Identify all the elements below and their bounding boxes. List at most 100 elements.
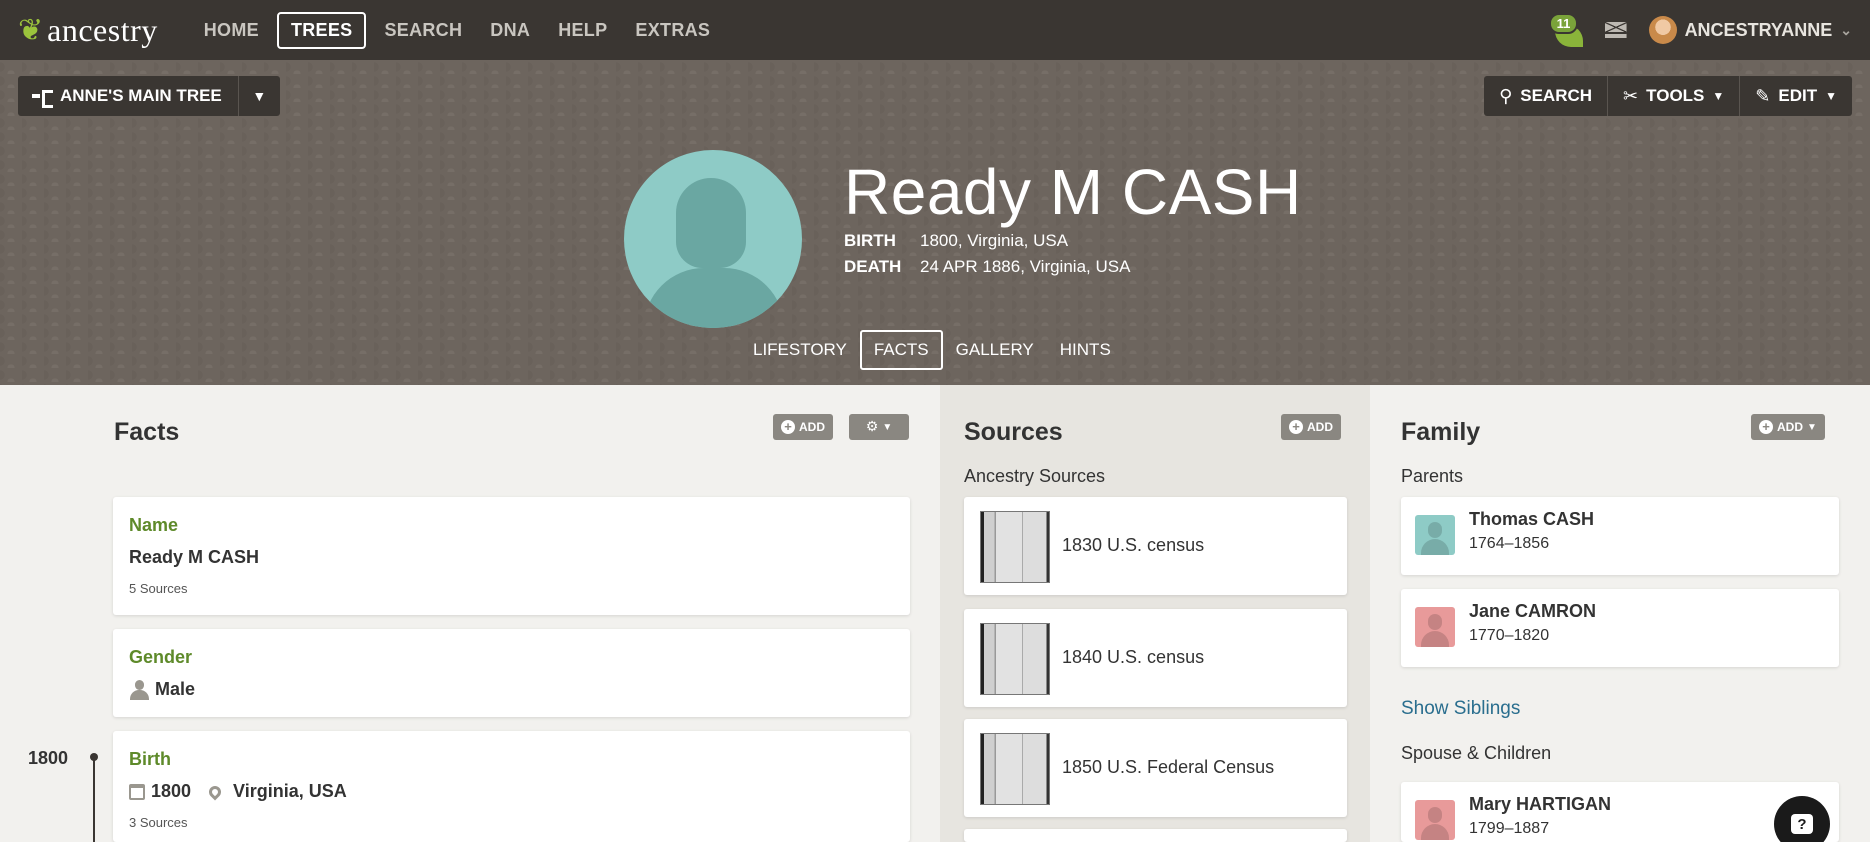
edit-button[interactable]: ✎ EDIT ▼ <box>1739 76 1852 116</box>
hints-notification[interactable]: 11 <box>1548 13 1583 47</box>
main-nav: HOME TREES SEARCH DNA HELP EXTRAS <box>190 11 724 49</box>
sources-add-button[interactable]: + ADD <box>1281 414 1341 440</box>
person-card-dates: 1770–1820 <box>1469 627 1550 644</box>
person-card-name: Thomas CASH <box>1469 509 1595 529</box>
person-icon <box>129 679 149 700</box>
person-card-name: Mary HARTIGAN <box>1469 794 1612 814</box>
birth-label: BIRTH <box>844 231 896 250</box>
family-add-label: ADD <box>1777 420 1803 434</box>
ancestry-logo[interactable]: ❦ ancestry <box>18 12 158 49</box>
nav-extras[interactable]: EXTRAS <box>621 12 724 49</box>
facts-add-label: ADD <box>799 420 825 434</box>
show-siblings-link[interactable]: Show Siblings <box>1401 698 1520 720</box>
search-button[interactable]: ⚲ SEARCH <box>1484 76 1608 116</box>
tools-icon: ✂ <box>1623 85 1639 107</box>
nav-help[interactable]: HELP <box>544 12 621 49</box>
fact-card-gender[interactable]: Gender Male <box>113 629 910 717</box>
chevron-down-icon: ⌄ <box>1840 21 1852 38</box>
chevron-down-icon: ▼ <box>1807 421 1817 433</box>
fact-card-name[interactable]: Name Ready M CASH 5 Sources <box>113 497 910 615</box>
spouse-card[interactable]: Mary HARTIGAN 1799–1887 <box>1401 782 1839 842</box>
fact-date: 1800 <box>151 781 192 801</box>
plus-icon: + <box>781 420 795 434</box>
source-thumbnail <box>980 623 1050 695</box>
search-label: SEARCH <box>1520 86 1593 105</box>
parents-heading: Parents <box>1401 466 1464 486</box>
person-portrait[interactable] <box>624 150 802 328</box>
nav-search[interactable]: SEARCH <box>370 12 476 49</box>
person-card-dates: 1764–1856 <box>1469 535 1550 552</box>
source-title: 1830 U.S. census <box>1062 535 1205 555</box>
nav-dna[interactable]: DNA <box>476 12 544 49</box>
logo-text: ancestry <box>47 11 158 48</box>
person-tabs: LIFESTORY FACTS GALLERY HINTS <box>740 330 1124 370</box>
birth-value: 1800, Virginia, USA <box>920 231 1069 250</box>
family-title: Family <box>1401 418 1481 446</box>
source-title: 1850 U.S. Federal Census <box>1062 757 1275 777</box>
avatar <box>1415 607 1455 647</box>
location-pin-icon <box>206 783 224 800</box>
tab-lifestory[interactable]: LIFESTORY <box>740 332 860 368</box>
search-icon: ⚲ <box>1499 85 1513 107</box>
nav-home[interactable]: HOME <box>190 12 273 49</box>
fact-label: Gender <box>129 647 193 667</box>
calendar-icon <box>129 783 145 800</box>
tree-icon <box>32 89 53 108</box>
fact-value: Ready M CASH <box>129 547 260 567</box>
chevron-down-icon: ▼ <box>1712 89 1725 103</box>
avatar <box>1415 800 1455 840</box>
person-name: Ready M CASH <box>844 156 1302 228</box>
source-card[interactable]: 1850 U.S. Federal Census <box>964 719 1347 817</box>
facts-settings-button[interactable]: ⚙ ▼ <box>849 414 909 440</box>
tools-button[interactable]: ✂ TOOLS ▼ <box>1607 76 1740 116</box>
tab-hints[interactable]: HINTS <box>1047 332 1124 368</box>
facts-add-button[interactable]: + ADD <box>773 414 833 440</box>
mail-icon[interactable] <box>1604 22 1627 38</box>
fact-value-row: Male <box>129 679 195 700</box>
plus-icon: + <box>1759 420 1773 434</box>
tab-facts[interactable]: FACTS <box>859 330 943 370</box>
source-card[interactable]: 1840 U.S. census <box>964 609 1347 707</box>
person-header-banner: ANNE'S MAIN TREE ▼ ⚲ SEARCH ✂ TOOLS ▼ ✎ … <box>0 60 1870 385</box>
fact-label: Birth <box>129 749 171 769</box>
chevron-down-icon: ▼ <box>1825 89 1837 103</box>
source-title: 1840 U.S. census <box>1062 647 1205 667</box>
tree-selector: ANNE'S MAIN TREE ▼ <box>18 76 280 116</box>
fact-sources[interactable]: 3 Sources <box>129 815 188 830</box>
sources-add-label: ADD <box>1307 420 1333 434</box>
sources-title: Sources <box>964 418 1063 446</box>
pencil-icon: ✎ <box>1755 85 1771 107</box>
silhouette-body <box>644 268 784 328</box>
parent-card-father[interactable]: Thomas CASH 1764–1856 <box>1401 497 1839 575</box>
timeline-year: 1800 <box>28 748 69 768</box>
parent-card-mother[interactable]: Jane CAMRON 1770–1820 <box>1401 589 1839 667</box>
facts-title: Facts <box>114 418 180 446</box>
tree-dropdown-button[interactable]: ▼ <box>237 76 280 116</box>
source-card-partial[interactable] <box>964 829 1347 842</box>
fact-card-birth[interactable]: Birth 1800 Virginia, USA 3 Sources <box>113 731 910 842</box>
leaf-logo-icon: ❦ <box>18 12 44 48</box>
top-nav-bar: ❦ ancestry HOME TREES SEARCH DNA HELP EX… <box>0 0 1870 60</box>
notification-badge: 11 <box>1548 13 1579 34</box>
source-card[interactable]: 1830 U.S. census <box>964 497 1347 595</box>
person-toolbar: ⚲ SEARCH ✂ TOOLS ▼ ✎ EDIT ▼ <box>1484 76 1852 116</box>
tools-label: TOOLS <box>1646 86 1705 105</box>
person-card-dates: 1799–1887 <box>1469 820 1550 837</box>
tab-gallery[interactable]: GALLERY <box>943 332 1047 368</box>
edit-label: EDIT <box>1778 86 1818 105</box>
death-value: 24 APR 1886, Virginia, USA <box>920 257 1131 276</box>
user-menu[interactable]: ANCESTRYANNE ⌄ <box>1648 16 1852 44</box>
help-icon: ? <box>1791 814 1813 834</box>
tree-name-button[interactable]: ANNE'S MAIN TREE <box>18 76 238 116</box>
fact-sources[interactable]: 5 Sources <box>129 581 188 596</box>
username: ANCESTRYANNE <box>1684 19 1833 40</box>
family-add-button[interactable]: + ADD ▼ <box>1751 414 1825 440</box>
gear-icon: ⚙ <box>865 419 879 435</box>
chevron-down-icon: ▼ <box>882 421 893 433</box>
avatar <box>1648 16 1677 44</box>
fact-value-row: 1800 Virginia, USA <box>129 781 347 802</box>
fact-label: Name <box>129 515 179 535</box>
timeline-line <box>93 760 95 842</box>
fact-place: Virginia, USA <box>233 781 347 801</box>
nav-trees[interactable]: TREES <box>276 11 367 49</box>
